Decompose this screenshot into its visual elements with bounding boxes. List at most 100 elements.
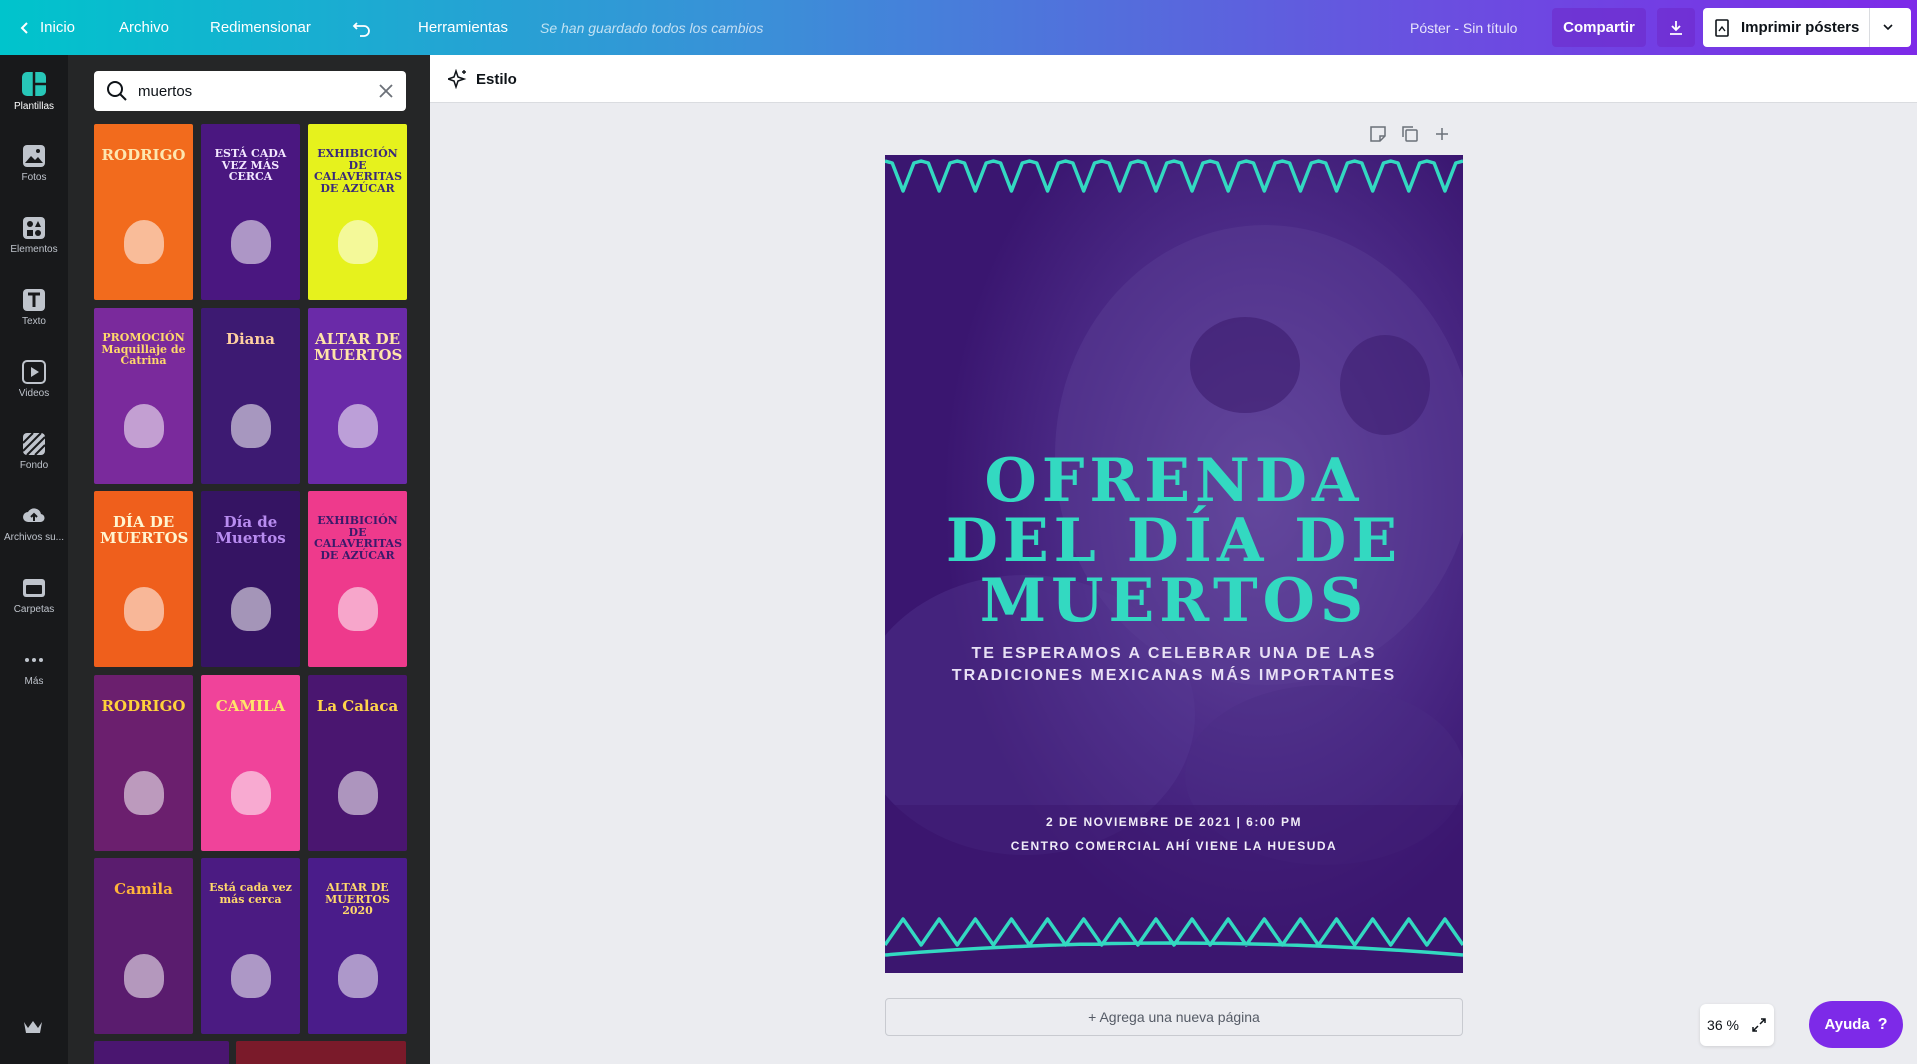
poster-subtitle-line-1[interactable]: TE ESPERAMOS A CELEBRAR UNA DE LAS [885,643,1463,665]
template-thumbnail[interactable] [236,1041,406,1064]
print-posters-button[interactable]: Imprimir pósters [1703,8,1911,47]
sidebar-item-label: Más [24,675,44,687]
template-thumbnail[interactable]: EXHIBICIÓN DE CALAVERITAS DE AZÚCAR [308,124,407,300]
skull-illustration [338,954,378,998]
template-thumbnail[interactable]: ALTAR DE MUERTOS 2020 [308,858,407,1034]
template-thumbnail[interactable]: Diana [201,308,300,484]
search-icon [107,81,127,101]
template-thumbnail-text: Camila [114,880,173,898]
sidebar-item-label: Texto [22,315,46,327]
templates-icon [22,71,46,96]
question-icon: ? [1877,1015,1888,1033]
note-icon[interactable] [1369,125,1387,143]
template-thumbnail-text: RODRIGO [101,697,186,715]
sidebar-item-label: Fotos [21,171,47,183]
search-input[interactable]: muertos [138,83,192,100]
zoom-control[interactable]: 36 % [1700,1004,1774,1046]
template-thumbnail[interactable]: La Calaca [308,675,407,851]
help-button[interactable]: Ayuda ? [1809,1001,1903,1048]
template-thumbnail[interactable]: Día de Muertos [201,491,300,667]
template-thumbnail-text: RODRIGO [101,146,186,164]
add-new-page-button[interactable]: + Agrega una nueva página [885,998,1463,1036]
template-thumbnail-text: EXHIBICIÓN DE CALAVERITAS DE AZÚCAR [314,514,403,562]
skull-illustration [338,771,378,815]
uploads-icon [23,507,45,522]
template-thumbnail-text: Diana [225,330,276,348]
poster-date[interactable]: 2 DE NOVIEMBRE DE 2021 | 6:00 PM [885,815,1463,829]
sidebar-item-background[interactable]: Fondo [0,415,68,487]
resize-button[interactable]: Redimensionar [210,0,311,55]
file-menu[interactable]: Archivo [119,0,169,55]
sidebar-item-text[interactable]: Texto [0,271,68,343]
sidebar-item-folders[interactable]: Carpetas [0,559,68,631]
more-icon [25,657,43,662]
poster-icon [1715,18,1729,37]
template-thumbnail-text: ESTÁ CADA VEZ MÁS CERCA [214,147,287,184]
document-title[interactable]: Póster - Sin título [1410,0,1517,55]
skull-illustration [231,771,271,815]
template-thumbnail[interactable]: RODRIGO [94,124,193,300]
poster-subtitle-line-2[interactable]: TRADICIONES MEXICANAS MÁS IMPORTANTES [885,665,1463,687]
sidebar-item-label: Fondo [19,459,49,471]
page-tools [1369,125,1451,149]
template-thumbnail[interactable]: ALTAR DE MUERTOS [308,308,407,484]
skull-illustration [338,220,378,264]
sidebar-item-label: Carpetas [13,603,55,615]
download-button[interactable] [1657,8,1695,47]
undo-button[interactable] [352,0,372,55]
sidebar-item-uploads[interactable]: Archivos su... [0,487,68,559]
template-thumbnail-text: ALTAR DE MUERTOS 2020 [325,881,390,918]
sidebar-item-photos[interactable]: Fotos [0,127,68,199]
skull-illustration [231,954,271,998]
template-thumbnail[interactable]: Está cada vez más cerca [201,858,300,1034]
save-status: Se han guardado todos los cambios [540,19,764,36]
template-thumbnail[interactable]: Camila [94,858,193,1034]
photos-icon [23,144,45,167]
style-label: Estilo [476,70,517,88]
skull-illustration [124,771,164,815]
skull-illustration [124,954,164,998]
style-button[interactable]: Estilo [448,55,517,103]
close-icon[interactable] [378,83,394,99]
template-thumbnail[interactable]: EXHIBICIÓN DE CALAVERITAS DE AZÚCAR [308,491,407,667]
poster-title-line-3[interactable]: MUERTOS [885,571,1463,631]
skull-illustration [338,404,378,448]
poster-canvas[interactable]: OFRENDA DEL DÍA DE MUERTOS TE ESPERAMOS … [885,155,1463,973]
left-rail: Plantillas Fotos Elementos Texto Videos … [0,55,68,1064]
sidebar-item-elements[interactable]: Elementos [0,199,68,271]
sidebar-item-videos[interactable]: Videos [0,343,68,415]
home-label: Inicio [40,19,76,36]
poster-title-line-2[interactable]: DEL DÍA DE [885,511,1463,571]
poster-title-line-1[interactable]: OFRENDA [885,451,1463,511]
skull-illustration [231,587,271,631]
skull-illustration [338,587,378,631]
duplicate-icon[interactable] [1401,125,1419,143]
videos-icon [22,359,46,384]
add-page-icon[interactable] [1433,125,1451,143]
sidebar-item-templates[interactable]: Plantillas [0,55,68,127]
chevron-left-icon [20,21,28,34]
sidebar-item-label: Videos [18,387,50,399]
template-thumbnail[interactable]: CAMILA [201,675,300,851]
crown-icon[interactable] [22,1018,44,1041]
zoom-level[interactable]: 36 % [1707,1017,1739,1033]
download-icon [1670,20,1682,35]
template-thumbnail-text: Día de Muertos [215,513,286,547]
tools-menu[interactable]: Herramientas [418,0,508,55]
skull-illustration [124,587,164,631]
context-toolbar: Estilo [430,55,1917,103]
template-thumbnail[interactable]: ESTÁ CADA VEZ MÁS CERCA [201,124,300,300]
expand-icon[interactable] [1751,1017,1767,1033]
template-thumbnail[interactable]: PROMOCIÓN Maquillaje de Catrina [94,308,193,484]
template-thumbnail[interactable]: DÍA DE MUERTOS [94,491,193,667]
sidebar-item-more[interactable]: Más [0,631,68,703]
home-link[interactable]: Inicio [18,0,75,55]
chevron-down-icon[interactable] [1879,18,1897,36]
template-thumbnail-text: EXHIBICIÓN DE CALAVERITAS DE AZÚCAR [314,147,403,195]
poster-venue[interactable]: CENTRO COMERCIAL AHÍ VIENE LA HUESUDA [885,839,1463,853]
sidebar-item-label: Plantillas [13,100,55,112]
share-button[interactable]: Compartir [1552,8,1646,47]
template-thumbnail[interactable]: RODRIGO [94,675,193,851]
template-thumbnail[interactable] [94,1041,229,1064]
search-box[interactable]: muertos [94,71,406,111]
